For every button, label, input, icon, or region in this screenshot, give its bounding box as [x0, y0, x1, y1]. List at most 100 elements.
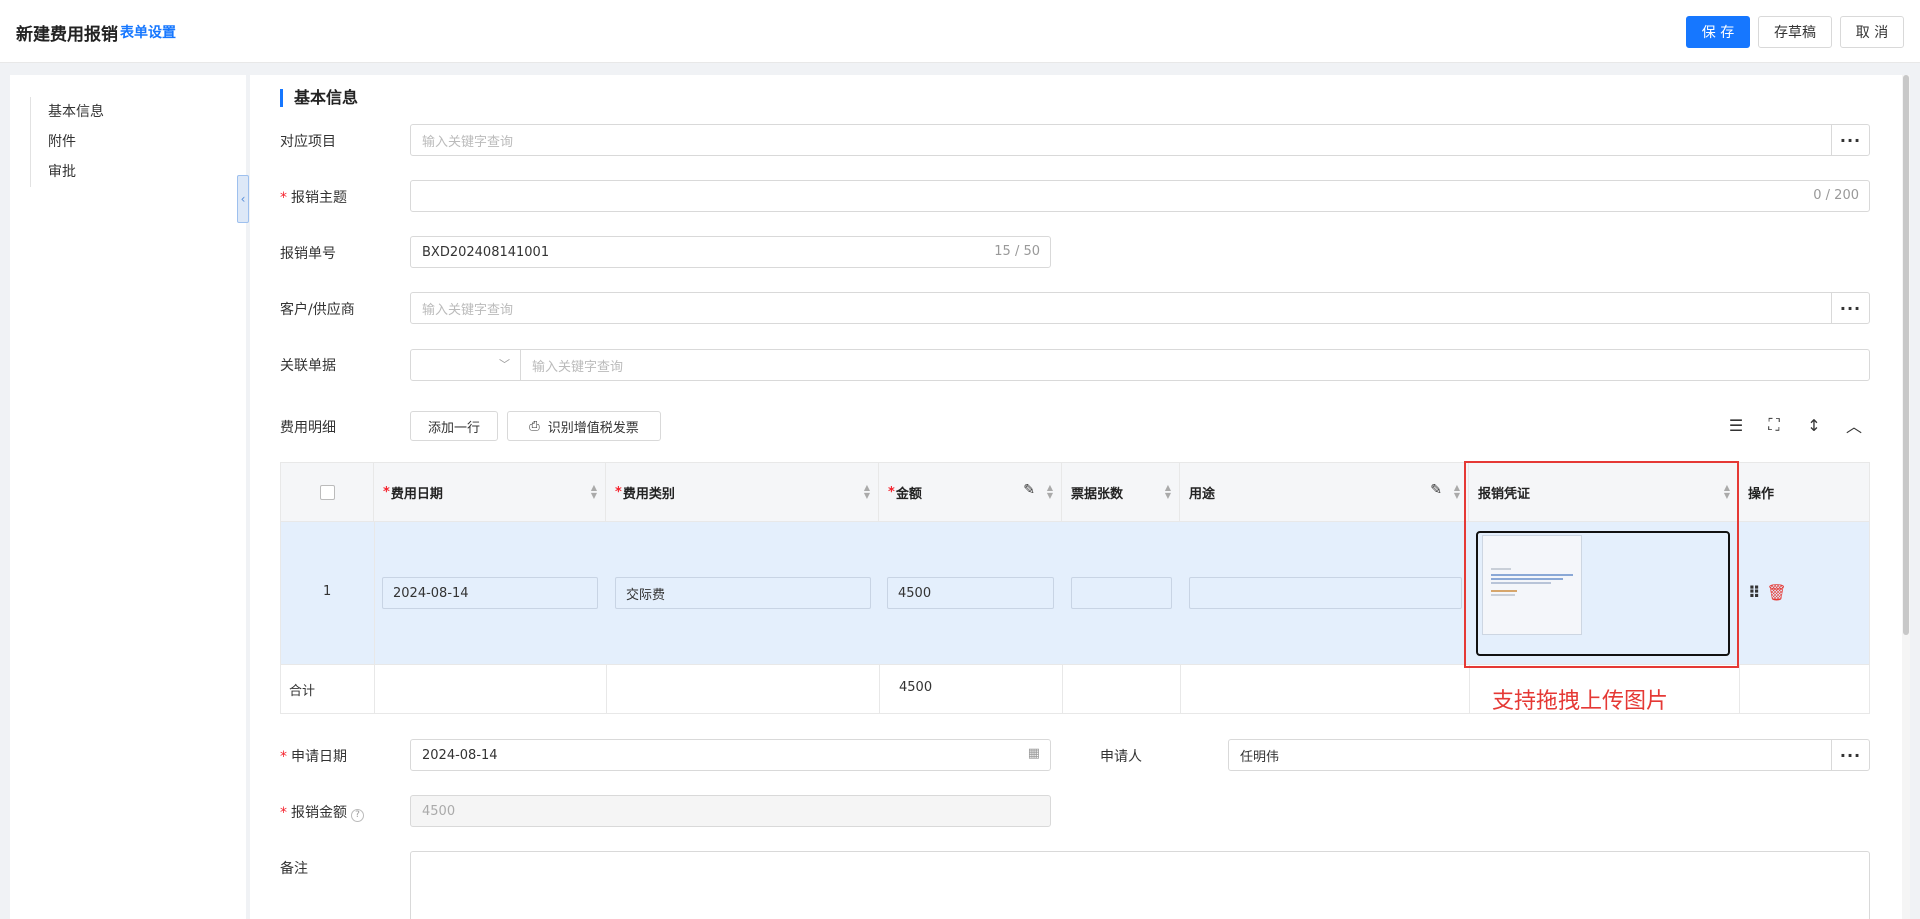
amount-input: 4500	[410, 795, 1051, 827]
header-purpose-label: 用途	[1189, 487, 1216, 502]
page-title: 新建费用报销	[16, 25, 118, 45]
invoice-scan-icon: ⎙	[529, 418, 540, 433]
delete-icon[interactable]: 🗑	[1767, 583, 1787, 602]
calendar-icon[interactable]: ▦	[1028, 746, 1040, 761]
sidebar: 基本信息 附件 审批	[10, 75, 246, 919]
chevron-left-icon: ‹	[240, 192, 246, 206]
apply-date-label: * 申请日期	[280, 746, 347, 766]
more-icon[interactable]: ···	[1831, 292, 1869, 324]
required-mark: *	[280, 749, 287, 765]
column-divider	[1180, 665, 1181, 713]
header-amount[interactable]: * 金额 ✎ ▲ ▼	[879, 463, 1062, 522]
expense-detail-label: 费用明细	[280, 420, 336, 436]
edit-icon[interactable]: ✎	[1430, 482, 1442, 498]
save-draft-button[interactable]: 存草稿	[1758, 16, 1832, 48]
subject-counter: 0 / 200	[1813, 188, 1859, 203]
header-purpose[interactable]: 用途 ✎ ▲ ▼	[1180, 463, 1469, 522]
related-type-select[interactable]: ﹀	[410, 349, 521, 381]
header-category[interactable]: * 费用类别 ▲ ▼	[606, 463, 879, 522]
column-divider	[374, 522, 375, 713]
header-date[interactable]: * 费用日期 ▲ ▼	[374, 463, 606, 522]
required-mark: *	[280, 805, 287, 821]
header-amount-label: 金额	[895, 487, 922, 502]
required-mark: *	[383, 485, 390, 500]
amount-label: * 报销金额?	[280, 802, 364, 822]
subject-input[interactable]: 0 / 200	[410, 180, 1870, 212]
applicant-value: 任明伟	[1240, 749, 1280, 765]
order-no-value: BXD202408141001	[422, 244, 550, 260]
add-row-button[interactable]: 添加一行	[410, 411, 498, 441]
order-no-input[interactable]: BXD202408141001 15 / 50	[410, 236, 1051, 268]
customer-placeholder: 输入关键字查询	[422, 302, 514, 318]
amount-value: 4500	[422, 803, 456, 819]
remark-textarea[interactable]	[410, 851, 1870, 919]
date-cell-input[interactable]: 2024-08-14	[382, 577, 598, 609]
section-title: 基本信息	[280, 89, 358, 107]
project-input[interactable]: 输入关键字查询 ···	[410, 124, 1870, 156]
remark-label: 备注	[280, 861, 308, 877]
amount-cell-input[interactable]: 4500	[887, 577, 1054, 609]
sort-icon[interactable]: ▲ ▼	[864, 484, 870, 500]
category-cell-input[interactable]: 交际费	[615, 577, 871, 609]
related-search-input[interactable]: 输入关键字查询	[520, 349, 1870, 381]
summary-amount: 4500	[899, 680, 933, 695]
column-divider	[1062, 665, 1063, 713]
cancel-button[interactable]: 取 消	[1840, 16, 1904, 48]
header-date-label: 费用日期	[390, 487, 443, 502]
more-icon[interactable]: ···	[1831, 124, 1869, 156]
related-label: 关联单据	[280, 358, 336, 374]
subject-label-text: 报销主题	[291, 190, 347, 206]
scroll-thumb[interactable]	[1903, 75, 1909, 635]
header-checkbox-cell	[281, 463, 374, 522]
sort-icon[interactable]: ▲ ▼	[1165, 484, 1171, 500]
amount-label-text: 报销金额	[291, 805, 347, 821]
header-action: 操作	[1739, 463, 1869, 522]
apply-date-label-text: 申请日期	[291, 749, 347, 765]
header-action-label: 操作	[1748, 487, 1775, 502]
select-all-checkbox[interactable]	[319, 485, 335, 500]
chevron-up-icon[interactable]: ︿	[1843, 414, 1865, 436]
sidebar-item-basic-info[interactable]: 基本信息	[31, 97, 104, 127]
header-tickets[interactable]: 票据张数 ▲ ▼	[1062, 463, 1180, 522]
apply-date-value: 2024-08-14	[422, 747, 498, 763]
sort-icon[interactable]: ▲ ▼	[591, 484, 597, 500]
row-height-icon[interactable]: ☰	[1725, 414, 1747, 436]
form-setting-link[interactable]: 表单设置	[120, 22, 176, 42]
applicant-label: 申请人	[1100, 749, 1142, 765]
sidebar-item-attachments[interactable]: 附件	[31, 127, 104, 157]
customer-input[interactable]: 输入关键字查询 ···	[410, 292, 1870, 324]
related-placeholder: 输入关键字查询	[532, 359, 624, 375]
chevron-down-icon: ﹀	[499, 358, 510, 371]
required-mark: *	[280, 190, 287, 206]
edit-icon[interactable]: ✎	[1023, 482, 1035, 498]
column-divider	[1469, 665, 1470, 713]
purpose-cell-input[interactable]	[1189, 577, 1462, 609]
required-mark: *	[888, 485, 895, 500]
collapse-sidebar-handle[interactable]: ‹	[237, 175, 249, 223]
required-mark: *	[615, 485, 622, 500]
header-category-label: 费用类别	[622, 487, 675, 502]
apply-date-input[interactable]: 2024-08-14 ▦	[410, 739, 1051, 771]
sort-icon[interactable]: ▲ ▼	[1047, 484, 1053, 500]
more-icon[interactable]: ···	[1831, 739, 1869, 771]
applicant-input[interactable]: 任明伟 ···	[1228, 739, 1870, 771]
order-no-label: 报销单号	[280, 246, 336, 262]
help-icon[interactable]: ?	[351, 809, 364, 822]
subject-label: * 报销主题	[280, 187, 347, 207]
column-divider	[879, 665, 880, 713]
project-label: 对应项目	[280, 134, 336, 150]
summary-label: 合计	[289, 684, 316, 699]
scrollbar[interactable]	[1902, 75, 1910, 919]
sort-icon[interactable]: ▲ ▼	[1454, 484, 1460, 500]
row-index: 1	[323, 584, 332, 599]
recognize-invoice-button[interactable]: ⎙ 识别增值税发票	[507, 411, 661, 441]
drag-handle-icon[interactable]: ⠿	[1748, 583, 1761, 602]
save-button[interactable]: 保 存	[1686, 16, 1750, 48]
tickets-cell-input[interactable]	[1071, 577, 1172, 609]
order-no-counter: 15 / 50	[994, 244, 1040, 259]
fullscreen-icon[interactable]: ⛶	[1763, 414, 1785, 436]
row-actions: ⠿ 🗑	[1748, 583, 1787, 602]
expand-vertical-icon[interactable]: ↕	[1803, 414, 1825, 436]
column-divider	[1739, 665, 1740, 713]
sidebar-item-approval[interactable]: 审批	[31, 157, 104, 187]
